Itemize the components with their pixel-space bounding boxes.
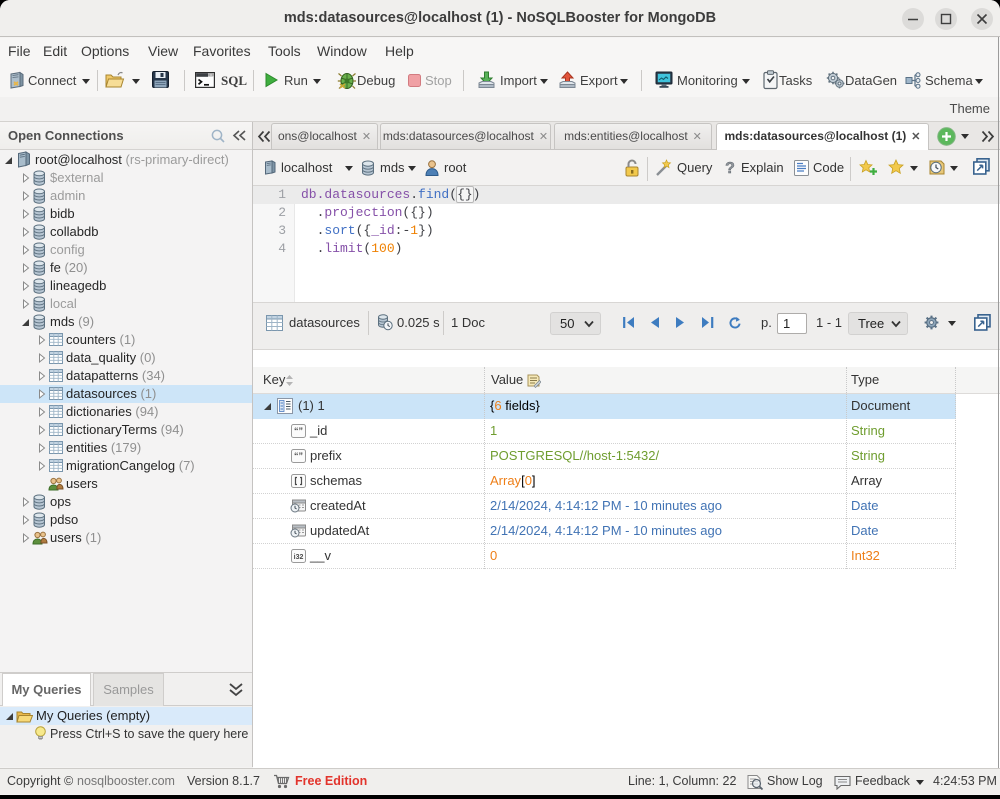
svg-text:i32: i32 (294, 554, 304, 561)
svg-text:“”: “” (294, 426, 303, 436)
svg-text:?: ? (725, 160, 735, 177)
svg-text:“”: “” (294, 451, 303, 461)
